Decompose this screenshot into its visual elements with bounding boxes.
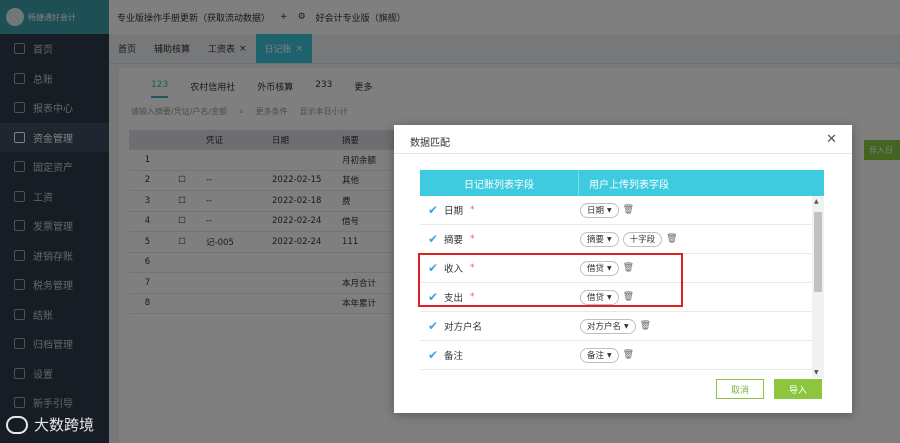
watermark-text: 大数跨境 [34,416,95,434]
upload-field-cell: 摘要 ▼ 十字段 🗑 [578,231,824,247]
caret-down-icon: ▼ [607,206,612,214]
scroll-down-icon[interactable]: ▼ [814,369,819,376]
trash-icon[interactable]: 🗑 [623,205,634,215]
mapping-row: ✔ 对方户名 对方户名 ▼ 🗑 [420,312,824,341]
trash-icon[interactable]: 🗑 [666,234,677,244]
field-select[interactable]: 备注 ▼ [580,347,619,363]
journal-field-cell: ✔ 对方户名 [420,319,578,333]
caret-down-icon: ▼ [607,351,612,359]
field-select-value: 备注 [587,351,605,361]
scroll-up-icon[interactable]: ▲ [814,198,819,205]
mapping-row: ✔ 摘要 * 摘要 ▼ 十字段 🗑 [420,225,824,254]
mapping-row: ✔ 备注 备注 ▼ 🗑 [420,341,824,370]
scroll-thumb[interactable] [814,212,822,292]
journal-field-header: 日记账列表字段 [464,179,534,191]
import-button[interactable]: 导入 [774,379,822,399]
field-select-value: 摘要 [587,235,605,245]
journal-field-cell: ✔ 日期 * [420,203,578,217]
caret-down-icon: ▼ [624,322,629,330]
journal-field-label: 日期 [444,206,464,217]
upload-field-cell: 备注 ▼ 🗑 [578,347,824,363]
required-mark: * [470,234,475,244]
trash-icon[interactable]: 🗑 [623,350,634,360]
dialog-divider [394,153,852,154]
caret-down-icon: ▼ [607,235,612,243]
field-select[interactable]: 摘要 ▼ [580,231,619,247]
check-icon: ✔ [428,232,439,246]
dialog-title: 数据匹配 [410,138,450,149]
trash-icon[interactable]: 🗑 [640,321,651,331]
field-select[interactable]: 日期 ▼ [580,202,619,218]
watermark-logo-icon [6,415,28,434]
journal-field-cell: ✔ 摘要 * [420,232,578,246]
mapping-scrollbar[interactable]: ▲ ▼ [812,196,824,378]
add-field-tag[interactable]: 十字段 [622,231,663,247]
field-select-value: 对方户名 [587,322,622,332]
journal-field-label: 摘要 [444,235,464,246]
required-mark: * [470,205,475,215]
cancel-button[interactable]: 取消 [716,379,764,399]
journal-field-label: 对方户名 [444,322,483,333]
close-icon[interactable]: ✕ [826,132,837,147]
highlight-box [418,253,683,307]
journal-field-cell: ✔ 备注 [420,348,578,362]
mapping-header: 日记账列表字段 用户上传列表字段 [420,170,824,196]
check-icon: ✔ [428,203,439,217]
journal-field-label: 备注 [444,351,464,362]
watermark: 大数跨境 [6,414,94,435]
check-icon: ✔ [428,319,439,333]
upload-field-header: 用户上传列表字段 [578,170,824,196]
mapping-row: ✔ 日期 * 日期 ▼ 🗑 [420,196,824,225]
field-select-value: 日期 [587,206,605,216]
upload-field-cell: 日期 ▼ 🗑 [578,202,824,218]
upload-field-cell: 对方户名 ▼ 🗑 [578,318,824,334]
check-icon: ✔ [428,348,439,362]
field-select[interactable]: 对方户名 ▼ [580,318,636,334]
